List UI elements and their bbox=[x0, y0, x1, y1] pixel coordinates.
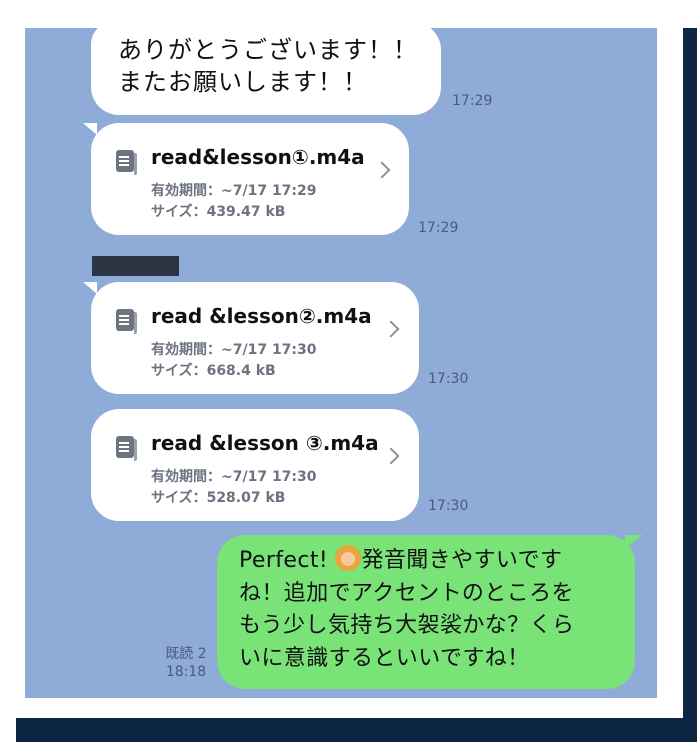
message-bubble-outgoing[interactable]: Perfect! 発音聞きやすいです ね！追加でアクセントのところを もう少し気… bbox=[217, 535, 635, 689]
message-line: ね！追加でアクセントのところを bbox=[239, 580, 574, 606]
frame-border-bottom bbox=[16, 718, 697, 742]
message-text: Perfect! bbox=[239, 548, 336, 573]
file-name: read &lesson ③.m4a bbox=[151, 431, 379, 455]
chevron-right-icon bbox=[373, 161, 391, 179]
file-expiry: 有効期間：~7/17 17:30 bbox=[151, 469, 317, 485]
bubble-tail bbox=[83, 282, 97, 294]
file-size: サイズ：528.07 kB bbox=[151, 490, 286, 506]
file-message-3[interactable]: read &lesson ③.m4a 有効期間：~7/17 17:30 サイズ：… bbox=[91, 409, 419, 521]
message-line: いに意識するといいですね！ bbox=[239, 645, 530, 671]
message-line: ありがとうございます！！ bbox=[118, 36, 418, 64]
file-expiry: 有効期間：~7/17 17:29 bbox=[151, 183, 317, 199]
document-icon bbox=[116, 150, 137, 175]
message-line: Perfect! 発音聞きやすいです bbox=[239, 545, 635, 578]
file-message-2[interactable]: read &lesson②.m4a 有効期間：~7/17 17:30 サイズ：6… bbox=[91, 282, 419, 394]
read-receipt: 既読 2 18:18 bbox=[161, 645, 211, 681]
message-timestamp: 17:30 bbox=[428, 498, 469, 514]
file-expiry: 有効期間：~7/17 17:30 bbox=[151, 342, 317, 358]
message-text: 発音聞きやすいです bbox=[361, 548, 563, 573]
frame-border-right bbox=[683, 28, 697, 742]
person-gesturing-ok-icon bbox=[335, 545, 362, 571]
message-line: もう少し気持ち大袈裟かな？くら bbox=[239, 613, 575, 638]
message-timestamp: 17:29 bbox=[452, 93, 493, 109]
document-icon bbox=[116, 309, 137, 334]
file-name: read &lesson②.m4a bbox=[151, 304, 372, 328]
file-name: read&lesson①.m4a bbox=[151, 145, 365, 169]
message-timestamp: 17:29 bbox=[418, 220, 459, 236]
message-line: またお願いします！！ bbox=[118, 68, 368, 96]
bubble-tail bbox=[83, 123, 97, 135]
read-status: 既読 2 bbox=[165, 646, 207, 662]
sender-name-redacted bbox=[92, 256, 179, 276]
file-size: サイズ：668.4 kB bbox=[151, 363, 276, 379]
document-icon bbox=[116, 436, 137, 461]
file-message-1[interactable]: read&lesson①.m4a 有効期間：~7/17 17:29 サイズ：43… bbox=[91, 123, 409, 235]
file-size: サイズ：439.47 kB bbox=[151, 204, 286, 220]
message-timestamp: 18:18 bbox=[165, 664, 207, 680]
chevron-right-icon bbox=[382, 447, 400, 465]
message-timestamp: 17:30 bbox=[428, 371, 469, 387]
chat-area: ありがとうございます！！ またお願いします！！ 17:29 read&lesso… bbox=[25, 28, 657, 698]
chevron-right-icon bbox=[382, 320, 400, 338]
message-bubble-incoming[interactable]: ありがとうございます！！ またお願いします！！ bbox=[91, 28, 441, 115]
